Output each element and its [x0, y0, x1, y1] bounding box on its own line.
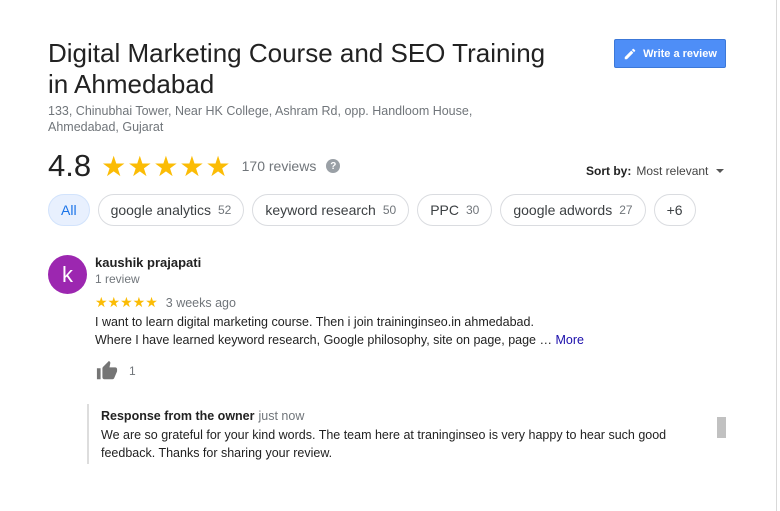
topic-filters: All google analytics 52 keyword research… — [48, 194, 696, 226]
chevron-down-icon — [716, 169, 725, 173]
review-text: I want to learn digital marketing course… — [95, 313, 655, 349]
sort-value: Most relevant — [636, 164, 709, 178]
review-count: 170 reviews — [241, 158, 317, 174]
thumbs-up-icon — [96, 360, 118, 380]
avatar[interactable]: k — [48, 255, 87, 294]
reviewer-name[interactable]: kaushik prajapati — [95, 255, 201, 270]
chip-label: PPC — [430, 202, 459, 218]
like-button[interactable]: 1 — [95, 360, 136, 382]
reviewer-review-count: 1 review — [95, 272, 140, 286]
review-line-1: I want to learn digital marketing course… — [95, 315, 534, 329]
response-heading: Response from the owner — [101, 409, 255, 423]
sort-dropdown[interactable]: Sort by: Most relevant — [586, 164, 725, 178]
write-review-label: Write a review — [643, 47, 717, 60]
chip-label: google adwords — [513, 202, 613, 218]
like-count: 1 — [129, 364, 136, 378]
response-header: Response from the owner just now — [101, 409, 304, 423]
chip-google-analytics[interactable]: google analytics 52 — [97, 194, 245, 226]
chip-more[interactable]: +6 — [653, 194, 696, 226]
chip-label: google analytics — [110, 202, 211, 218]
sort-label: Sort by: — [586, 164, 632, 178]
response-time: just now — [258, 409, 305, 423]
help-icon[interactable]: ? — [326, 159, 341, 173]
rating-stars: ★★★★★ — [101, 150, 232, 182]
chip-label: keyword research — [265, 202, 376, 218]
chip-ppc[interactable]: PPC 30 — [417, 194, 493, 226]
chip-count: 50 — [382, 203, 397, 217]
place-title: Digital Marketing Course and SEO Trainin… — [48, 38, 546, 99]
chip-count: 27 — [619, 203, 633, 217]
rating-value: 4.8 — [48, 148, 92, 183]
review-time: 3 weeks ago — [165, 295, 236, 310]
chip-label: +6 — [666, 202, 683, 218]
write-review-button[interactable]: Write a review — [614, 39, 726, 68]
review-stars: ★★★★★ — [95, 294, 158, 310]
chip-count: 30 — [465, 203, 480, 217]
panel-border — [776, 0, 777, 511]
response-text: We are so grateful for your kind words. … — [101, 428, 667, 460]
pencil-icon — [624, 48, 636, 59]
scrollbar-thumb[interactable] — [717, 417, 726, 438]
owner-response: Response from the owner just now We are s… — [87, 404, 729, 464]
place-address: 133, Chinubhai Tower, Near HK College, A… — [48, 104, 473, 134]
review-line-2-wrap: Where I have learned keyword research, G… — [95, 331, 655, 349]
chip-keyword-research[interactable]: keyword research 50 — [252, 194, 410, 226]
more-link[interactable]: More — [555, 333, 583, 347]
chip-google-adwords[interactable]: google adwords 27 — [500, 194, 646, 226]
review-line-2: Where I have learned keyword research, G… — [95, 333, 552, 347]
review-meta: ★★★★★ 3 weeks ago — [95, 294, 236, 311]
chip-all[interactable]: All — [48, 194, 90, 226]
chip-label: All — [61, 202, 77, 218]
chip-count: 52 — [217, 203, 232, 217]
rating-summary: 4.8 ★★★★★ 170 reviews ? — [48, 146, 341, 186]
